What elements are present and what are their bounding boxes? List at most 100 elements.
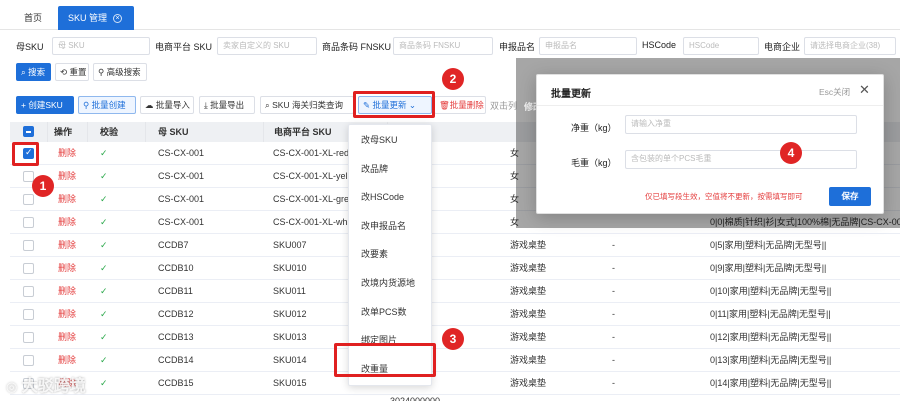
row-checkbox[interactable] xyxy=(23,286,34,297)
header-parent-sku: 母 SKU xyxy=(146,122,264,142)
dropdown-item[interactable]: 改母SKU xyxy=(349,129,433,151)
reset-button-label: 重置 xyxy=(69,67,87,77)
check-icon: ✓ xyxy=(100,309,108,319)
dropdown-item[interactable]: 绑定图片 xyxy=(349,329,433,351)
check-icon: ✓ xyxy=(100,194,108,204)
tab-bar: 首页 SKU 管理 × xyxy=(0,0,900,30)
search-button[interactable]: ⌕ 搜索 xyxy=(16,63,51,81)
ecommerce-company-select[interactable]: 请选择电商企业(38) xyxy=(804,37,896,55)
delete-link[interactable]: 删除 xyxy=(58,211,76,234)
tab-home[interactable]: 首页 xyxy=(14,6,52,30)
close-icon[interactable]: ✕ xyxy=(859,82,870,98)
elements-cell xyxy=(710,395,900,401)
dropdown-item[interactable]: 改HSCode xyxy=(349,186,433,208)
platform-sku-cell: CS-CX-001-XL-yel xyxy=(273,171,348,181)
platform-sku-cell: SKU011 xyxy=(273,286,306,296)
table-row[interactable]: 删除 ✓ CCDB15 SKU015 游戏桌垫 -0|14|家用|塑料|无品牌|无型号|| xyxy=(10,372,900,395)
col6-cell: - xyxy=(612,286,615,296)
elements-cell: 0|14|家用|塑料|无品牌|无型号|| xyxy=(710,378,832,388)
table-row[interactable]: 删除 ✓ CCDB12 SKU012 游戏桌垫 - 0|11|家用|塑料|无品牌|无型号|| xyxy=(10,303,900,326)
header-operation: 操作 xyxy=(48,122,88,142)
delete-link[interactable]: 删除 xyxy=(58,165,76,188)
header-validation: 校验 xyxy=(88,122,146,142)
platform-sku-label: 电商平台 SKU xyxy=(155,42,213,52)
row-checkbox[interactable] xyxy=(23,263,34,274)
step-badge-2: 2 xyxy=(442,68,464,90)
col6-cell: - xyxy=(612,378,615,388)
batch-create-button[interactable]: ⚲ 批量创建 xyxy=(78,96,136,114)
close-icon[interactable]: × xyxy=(113,14,123,24)
declared-name-input[interactable]: 申报品名 xyxy=(539,37,637,55)
platform-sku-cell: SKU007 xyxy=(273,240,307,250)
batch-update-modal: 批量更新 Esc关闭 ✕ 净重（kg） 请输入净重 毛重（kg） 含包装的单个P… xyxy=(536,74,884,214)
batch-export-button[interactable]: ⤓ 批量导出 xyxy=(199,96,255,114)
delete-link[interactable]: 删除 xyxy=(58,234,76,257)
dropdown-item[interactable]: 改境内货源地 xyxy=(349,272,433,294)
batch-update-dropdown: 改母SKU 改品牌改HSCode 改申报品名改要素改境内货源地 改单PCS数 绑定图片改… xyxy=(348,124,432,386)
row-checkbox[interactable] xyxy=(23,309,34,320)
parent-sku-input[interactable]: 母 SKU xyxy=(52,37,150,55)
dropdown-item[interactable]: 改品牌 xyxy=(349,158,433,180)
header-select-all[interactable] xyxy=(10,122,48,142)
create-sku-button[interactable]: + 创建SKU xyxy=(16,96,74,114)
dropdown-item[interactable]: 改要素 xyxy=(349,243,433,265)
row-checkbox[interactable] xyxy=(23,240,34,251)
row-checkbox[interactable]: ✓ xyxy=(23,147,34,159)
hscode-input[interactable]: HSCode xyxy=(683,37,759,55)
delete-link[interactable]: 删除 xyxy=(58,326,76,349)
batch-import-label: 批量导入 xyxy=(155,100,190,110)
row-checkbox[interactable] xyxy=(23,194,34,205)
delete-link[interactable]: 删除 xyxy=(58,142,76,165)
wechat-icon: ◎ xyxy=(6,379,18,394)
batch-update-button[interactable]: ✎ 批量更新 ⌄ xyxy=(358,96,432,114)
delete-link[interactable]: 删除 xyxy=(58,280,76,303)
table-row[interactable]: 删除 ✓ CCDB11 SKU011 游戏桌垫 - 0|10|家用|塑料|无品牌|无型号|| xyxy=(10,280,900,303)
save-button[interactable]: 保存 xyxy=(829,187,871,206)
batch-delete-label: 批量删除 xyxy=(449,100,484,110)
net-weight-input[interactable]: 请输入净重 xyxy=(625,115,857,134)
elements-cell: 0|11|家用|塑料|无品牌|无型号|| xyxy=(710,309,831,319)
platform-sku-cell: CS-CX-001-XL-red xyxy=(273,148,350,158)
hscode-label: HSCode xyxy=(642,40,677,50)
row-checkbox[interactable] xyxy=(23,332,34,343)
platform-sku-cell: CS-CX-001-XL-gre xyxy=(273,194,350,204)
table-row[interactable]: 删除 ✓ CCDB10 SKU010 游戏桌垫 - 0|9|家用|塑料|无品牌|无型号|| xyxy=(10,257,900,280)
delete-link[interactable]: 删除 xyxy=(58,303,76,326)
elements-cell: 0|13|家用|塑料|无品牌|无型号|| xyxy=(710,355,832,365)
parent-sku-label: 母SKU xyxy=(16,42,44,52)
declared-name-cell: 游戏桌垫 xyxy=(510,355,547,365)
dropdown-item[interactable]: 改单PCS数 xyxy=(349,301,433,323)
step-badge-4: 4 xyxy=(780,142,802,164)
advanced-search-button[interactable]: ⚲ 高级搜索 xyxy=(93,63,147,81)
check-icon: ✓ xyxy=(100,263,108,273)
delete-link[interactable]: 删除 xyxy=(58,188,76,211)
parent-sku-cell: CS-CX-001 xyxy=(158,217,205,227)
declared-name-cell: 游戏桌垫 xyxy=(510,332,547,342)
tab-sku-management[interactable]: SKU 管理 × xyxy=(58,6,134,30)
modal-divider xyxy=(537,105,883,106)
batch-delete-button[interactable]: 🗑批量删除 xyxy=(434,96,486,114)
delete-link[interactable]: 删除 xyxy=(58,257,76,280)
customs-query-button[interactable]: ⌕ SKU 海关归类查询 xyxy=(260,96,354,114)
batch-import-button[interactable]: ☁ 批量导入 xyxy=(140,96,194,114)
dropdown-item[interactable]: 改申报品名 xyxy=(349,215,433,237)
platform-sku-cell: SKU013 xyxy=(273,332,307,342)
check-icon: ✓ xyxy=(100,395,108,401)
gross-weight-input[interactable]: 含包装的单个PCS毛重 xyxy=(625,150,857,169)
table-row[interactable]: 删除 ✓ CCDB14 SKU014 游戏桌垫 - 0|13|家用|塑料|无品牌|无型号|| xyxy=(10,349,900,372)
table-row[interactable]: 删除✓CCDB16SKU016游戏桌垫 xyxy=(10,395,900,401)
reset-button[interactable]: ⟲ 重置 xyxy=(55,63,89,81)
platform-sku-cell: SKU016 xyxy=(273,395,353,401)
check-icon: ✓ xyxy=(100,148,108,158)
dblclick-hint: 双击列 xyxy=(490,101,518,111)
parent-sku-cell: CCDB10 xyxy=(158,263,194,273)
fnsku-input[interactable]: 商品条码 FNSKU xyxy=(393,37,493,55)
delete-link[interactable]: 删除 xyxy=(58,349,76,372)
select-all-checkbox[interactable] xyxy=(23,126,34,137)
dropdown-item[interactable]: 改重量 xyxy=(349,358,433,380)
platform-sku-input[interactable]: 卖家自定义的 SKU xyxy=(217,37,317,55)
parent-sku-cell: CS-CX-001 xyxy=(158,171,205,181)
row-checkbox[interactable] xyxy=(23,217,34,228)
row-checkbox[interactable] xyxy=(23,355,34,366)
table-row[interactable]: 删除 ✓ CCDB7 SKU007 游戏桌垫 - 0|5|家用|塑料|无品牌|无型号|| xyxy=(10,234,900,257)
